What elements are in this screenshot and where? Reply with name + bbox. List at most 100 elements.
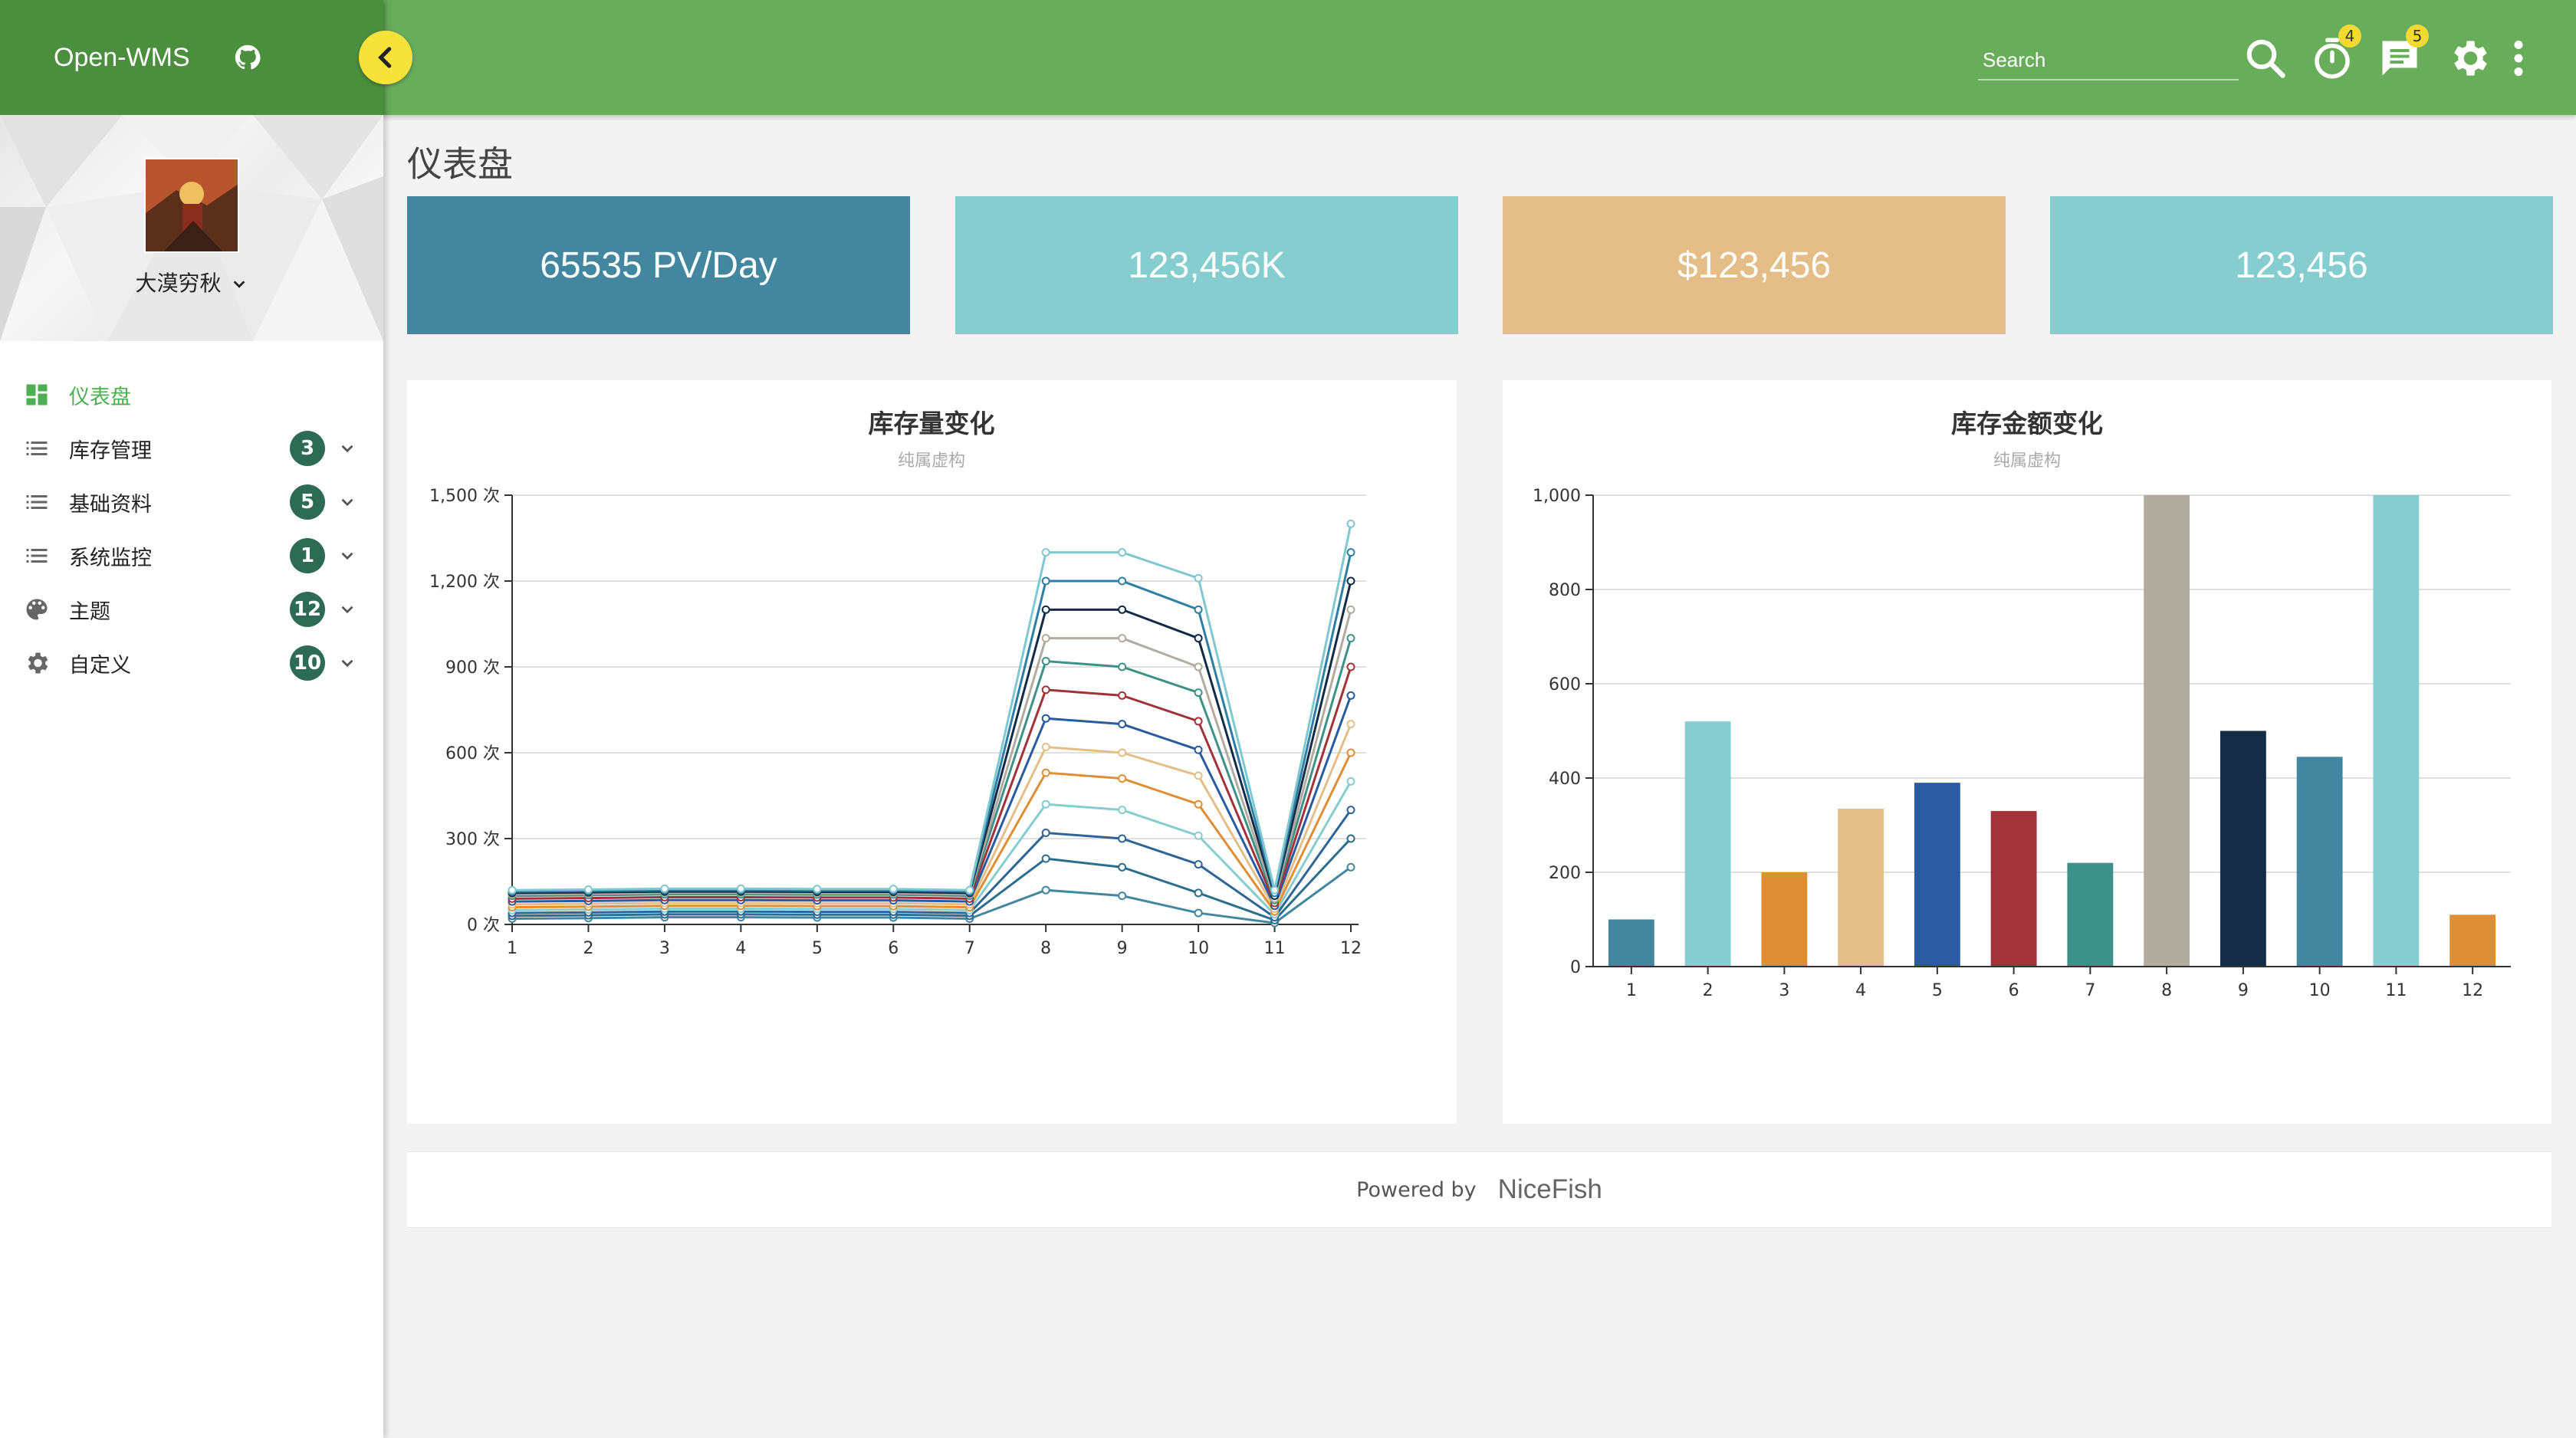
list-icon xyxy=(26,442,48,455)
x-tick-label: 7 xyxy=(2085,981,2095,1000)
sidebar-collapse-button[interactable] xyxy=(359,31,412,84)
data-point xyxy=(1118,774,1127,783)
sidebar-item-basic-data[interactable]: 基础资料 5 xyxy=(0,475,383,529)
x-tick-label: 4 xyxy=(735,939,746,958)
data-point xyxy=(1041,885,1050,895)
stat-card-money[interactable]: $123,456 xyxy=(1503,196,2006,334)
data-point xyxy=(1041,768,1050,777)
data-point xyxy=(736,884,745,893)
sidebar-item-theme[interactable]: 主题 12 xyxy=(0,583,383,636)
sidebar-item-label: 仪表盘 xyxy=(69,385,131,409)
settings-gear-icon[interactable] xyxy=(2446,35,2492,81)
inventory-line-chart: 库存量变化纯属虚构 0 次 300 次 600 次 900 次 1,200 次 1,500 … xyxy=(429,409,1366,958)
search-box[interactable] xyxy=(1978,42,2239,80)
series-line xyxy=(511,609,1352,903)
timer-badge: 4 xyxy=(2338,25,2361,48)
footer-brand-link[interactable]: NiceFish xyxy=(1498,1174,1602,1205)
bar xyxy=(2144,495,2190,967)
chevron-down-icon[interactable] xyxy=(337,653,357,673)
more-vertical-icon[interactable] xyxy=(2503,35,2534,81)
data-point xyxy=(1118,748,1127,757)
chart-title: 库存量变化 xyxy=(869,409,995,438)
x-tick-label: 2 xyxy=(1703,981,1714,1000)
y-tick-label: 300 次 xyxy=(445,830,500,849)
stat-card-pv[interactable]: 65535 PV/Day xyxy=(407,196,910,334)
data-point xyxy=(965,885,974,895)
avatar[interactable] xyxy=(144,158,239,253)
user-name: 大漠穷秋 xyxy=(135,271,222,296)
chevron-down-icon xyxy=(234,281,245,288)
data-point xyxy=(1041,634,1050,643)
avatar-image xyxy=(146,159,238,251)
x-tick-label: 6 xyxy=(888,939,899,958)
sidebar-item-monitor[interactable]: 系统监控 1 xyxy=(0,529,383,583)
chevron-down-icon[interactable] xyxy=(337,438,357,458)
data-point xyxy=(1346,662,1355,671)
powered-by-label: Powered by xyxy=(1356,1177,1477,1202)
line-chart-card: 库存量变化 纯属虚构 0 次 300 次 600 次 900 次 1,200 次 1,500 … xyxy=(407,380,1457,1124)
stat-value: 123,456 xyxy=(2235,245,2368,286)
y-tick-label: 900 次 xyxy=(445,658,500,678)
data-point xyxy=(1194,888,1203,898)
chevron-down-icon[interactable] xyxy=(337,599,357,619)
search-input[interactable] xyxy=(1978,42,2239,77)
data-point xyxy=(1041,714,1050,723)
bar-chart-card: 库存金额变化 纯属虚构 0 200 400 600 800 1,000 1 2 3 4 5 6 7 8 9 10 1… xyxy=(1503,380,2551,1124)
sidebar-item-inventory[interactable]: 库存管理 3 xyxy=(0,422,383,475)
data-point xyxy=(1346,862,1355,872)
data-point xyxy=(1041,576,1050,586)
inventory-value-bar-chart: 库存金额变化纯属虚构02004006008001,0001 2 3 4 5 6 7 8 9 10 1… xyxy=(1533,409,2511,1000)
count-badge: 12 xyxy=(290,592,325,627)
data-point xyxy=(1346,691,1355,700)
sidebar-menu: 仪表盘 库存管理 3 基础资料 5 系统监控 1 主题 12 自定义 10 xyxy=(0,368,383,690)
bar xyxy=(1761,872,1808,967)
data-point xyxy=(1118,720,1127,729)
data-point xyxy=(1041,605,1050,614)
data-point xyxy=(1194,860,1203,869)
data-point xyxy=(1194,771,1203,780)
chevron-left-icon xyxy=(378,47,392,68)
app-title[interactable]: Open-WMS xyxy=(54,43,190,73)
x-tick-label: 12 xyxy=(2462,981,2483,1000)
data-point xyxy=(1194,573,1203,583)
data-point xyxy=(1346,634,1355,643)
stat-card-k[interactable]: 123,456K xyxy=(955,196,1458,334)
stat-value: 65535 PV/Day xyxy=(540,245,777,286)
user-name-dropdown[interactable]: 大漠穷秋 xyxy=(0,267,383,297)
y-tick-label: 400 xyxy=(1549,770,1581,789)
bar xyxy=(1914,783,1960,967)
messages-button[interactable]: 5 xyxy=(2377,25,2429,81)
stat-card-count[interactable]: 123,456 xyxy=(2050,196,2553,334)
data-point xyxy=(1041,799,1050,809)
bar xyxy=(2450,914,2496,967)
github-icon[interactable] xyxy=(235,44,261,71)
y-tick-label: 200 xyxy=(1549,864,1581,883)
x-tick-label: 9 xyxy=(2238,981,2249,1000)
series-line xyxy=(511,724,1352,911)
bar xyxy=(2220,730,2266,967)
count-badge: 5 xyxy=(290,484,325,520)
stat-value: $123,456 xyxy=(1677,245,1832,286)
gear-icon xyxy=(28,652,48,674)
chart-subtitle: 纯属虚构 xyxy=(898,451,965,471)
data-point xyxy=(1041,685,1050,694)
data-point xyxy=(889,885,898,894)
data-point xyxy=(1194,634,1203,643)
timer-button[interactable]: 4 xyxy=(2309,25,2361,81)
data-point xyxy=(1346,519,1355,528)
y-tick-label: 0 次 xyxy=(467,916,500,935)
search-icon[interactable] xyxy=(2242,35,2288,81)
sidebar-item-dashboard[interactable]: 仪表盘 xyxy=(0,368,383,422)
count-badge: 3 xyxy=(290,431,325,466)
data-point xyxy=(1346,720,1355,729)
data-point xyxy=(1118,806,1127,815)
x-tick-label: 5 xyxy=(1932,981,1943,1000)
chevron-down-icon[interactable] xyxy=(337,546,357,566)
data-point xyxy=(1041,743,1050,752)
bar xyxy=(1684,721,1731,967)
sidebar-item-label: 自定义 xyxy=(69,653,131,678)
chevron-down-icon[interactable] xyxy=(337,492,357,512)
bar xyxy=(1990,811,2037,967)
sidebar-item-custom[interactable]: 自定义 10 xyxy=(0,636,383,690)
y-tick-label: 1,500 次 xyxy=(429,487,500,506)
